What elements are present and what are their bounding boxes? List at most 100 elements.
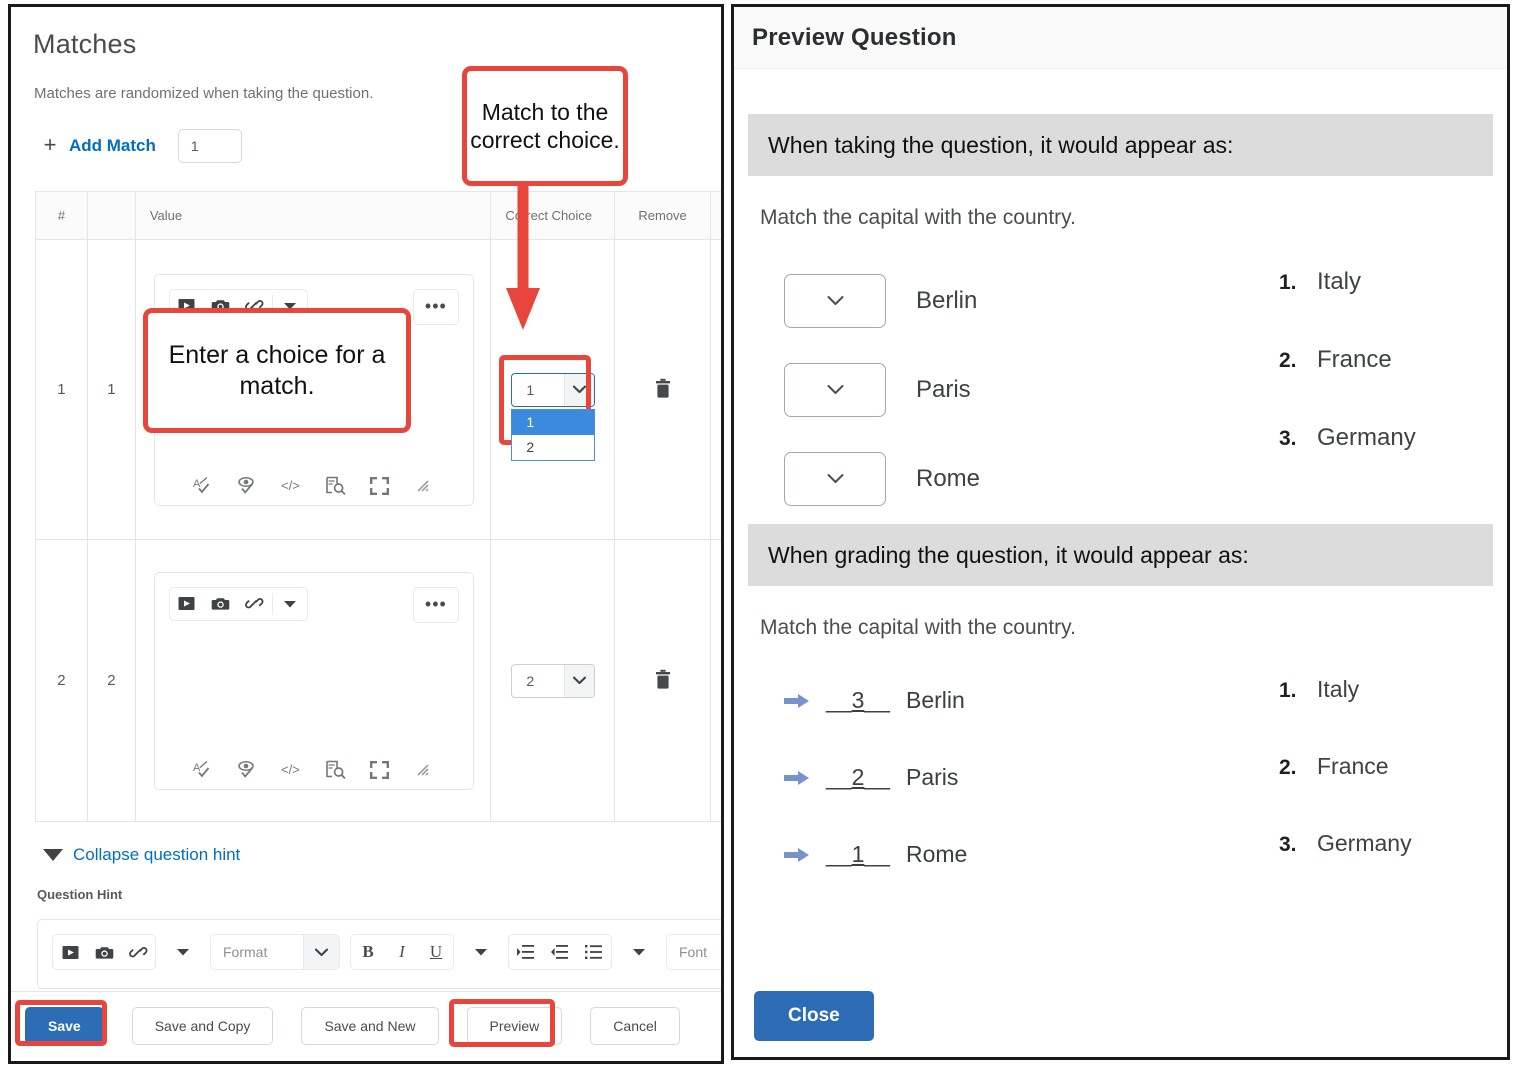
correct-choice-select[interactable]: 1 (511, 373, 595, 407)
question-hint-toolbar: Format B I U (52, 934, 724, 970)
table-header-row: # Value Correct Choice Remove (36, 192, 724, 240)
more-options-button[interactable]: ••• (413, 289, 459, 325)
increase-indent-icon[interactable] (509, 936, 543, 968)
chevron-down-icon[interactable] (166, 936, 200, 968)
option-item[interactable]: 1 (512, 410, 594, 435)
insert-link-icon[interactable] (121, 936, 155, 968)
list-item: Paris (784, 345, 980, 434)
chevron-down-icon[interactable] (564, 374, 594, 406)
format-select[interactable]: Format (210, 934, 340, 970)
taking-band: When taking the question, it would appea… (748, 114, 1493, 176)
insert-image-icon[interactable] (204, 588, 238, 620)
grading-answer-number: 3 (852, 687, 865, 713)
taking-terms: Berlin Paris Rome (784, 256, 980, 523)
html-source-icon[interactable]: </> (279, 757, 305, 783)
grading-answers: __3__ Berlin __2__ Paris __1__ Rome (784, 662, 967, 893)
matches-subtitle: Matches are randomized when taking the q… (34, 85, 373, 102)
chevron-down-icon[interactable] (273, 588, 307, 620)
preview-button[interactable]: Preview (467, 1007, 563, 1045)
correct-choice-options[interactable]: 1 2 (511, 409, 595, 461)
collapse-question-hint-toggle[interactable]: Collapse question hint (43, 845, 240, 865)
spellcheck-icon[interactable]: A (191, 757, 217, 783)
answer-select[interactable] (784, 452, 886, 506)
svg-text:</>: </> (281, 478, 300, 493)
th-number: # (36, 192, 88, 240)
taking-prompt: Match the capital with the country. (760, 206, 1507, 230)
chevron-down-icon[interactable] (303, 935, 339, 969)
grading-answer-area: __3__ Berlin __2__ Paris __1__ Rome (734, 662, 1507, 912)
list-item: 2. France (1279, 346, 1416, 424)
more-options-button[interactable]: ••• (413, 587, 459, 623)
delete-row-icon[interactable] (652, 378, 674, 402)
choice-label: Italy (1317, 676, 1359, 703)
choice-label: France (1317, 346, 1392, 374)
resize-handle-icon[interactable] (411, 473, 437, 499)
choice-number: 2. (1279, 349, 1309, 373)
svg-text:</>: </> (281, 762, 300, 777)
page-title: Matches (33, 29, 136, 60)
row-order: 2 (107, 672, 115, 689)
delete-row-icon[interactable] (652, 669, 674, 693)
save-and-new-button[interactable]: Save and New (301, 1007, 438, 1045)
chevron-down-icon[interactable] (622, 936, 656, 968)
row-number: 2 (57, 672, 65, 689)
accessibility-check-icon[interactable] (235, 473, 261, 499)
choice-label: Germany (1317, 830, 1412, 857)
insert-link-icon[interactable] (238, 588, 272, 620)
insert-image-icon[interactable] (87, 936, 121, 968)
term-label: Paris (906, 764, 958, 791)
font-select[interactable]: Font (666, 934, 724, 970)
annotation-arrow-down (498, 178, 558, 348)
html-source-icon[interactable]: </> (279, 473, 305, 499)
choice-label: Italy (1317, 268, 1361, 296)
th-tail (711, 192, 724, 240)
insert-media-icon[interactable] (170, 588, 204, 620)
question-hint-label: Question Hint (37, 887, 122, 902)
row-order: 1 (107, 381, 115, 398)
insert-media-icon[interactable] (53, 936, 87, 968)
list-item: 2. France (1279, 753, 1412, 830)
grading-answer-value: __2__ (826, 764, 890, 791)
chevron-down-icon[interactable] (564, 665, 594, 697)
bulleted-list-icon[interactable] (577, 936, 611, 968)
grading-prompt: Match the capital with the country. (760, 616, 1507, 640)
decrease-indent-icon[interactable] (543, 936, 577, 968)
fullscreen-icon[interactable] (367, 473, 393, 499)
preview-search-icon[interactable] (323, 473, 349, 499)
match-value-editor[interactable]: ••• A </> (154, 572, 474, 790)
spellcheck-icon[interactable]: A (191, 473, 217, 499)
answer-select[interactable] (784, 363, 886, 417)
save-and-copy-button[interactable]: Save and Copy (132, 1007, 274, 1045)
preview-header: Preview Question (734, 7, 1507, 69)
correct-choice-select[interactable]: 2 (511, 664, 595, 698)
bold-icon[interactable]: B (351, 936, 385, 968)
choice-label: France (1317, 753, 1389, 780)
answer-select[interactable] (784, 274, 886, 328)
choice-number: 2. (1279, 756, 1309, 780)
cancel-button[interactable]: Cancel (590, 1007, 680, 1045)
correct-choice-value: 1 (512, 382, 564, 398)
add-match-count-input[interactable]: 1 (178, 129, 242, 163)
accessibility-check-icon[interactable] (235, 757, 261, 783)
option-item[interactable]: 2 (512, 435, 594, 460)
plus-icon[interactable]: + (39, 135, 61, 157)
preview-search-icon[interactable] (323, 757, 349, 783)
fullscreen-icon[interactable] (367, 757, 393, 783)
list-item: Rome (784, 434, 980, 523)
save-button[interactable]: Save (25, 1007, 104, 1045)
underline-icon[interactable]: U (419, 936, 453, 968)
taking-choices: 1. Italy 2. France 3. Germany (1279, 268, 1416, 502)
resize-handle-icon[interactable] (411, 757, 437, 783)
question-hint-editor[interactable]: Format B I U (37, 919, 724, 989)
taking-match-area: Berlin Paris Rome 1. I (734, 256, 1507, 506)
format-select-value: Format (211, 944, 303, 960)
close-button[interactable]: Close (754, 991, 874, 1041)
th-value: Value (136, 192, 491, 240)
chevron-down-icon[interactable] (464, 936, 498, 968)
term-label: Paris (916, 376, 971, 404)
italic-icon[interactable]: I (385, 936, 419, 968)
choice-label: Germany (1317, 424, 1416, 452)
add-match-link[interactable]: Add Match (69, 136, 156, 156)
term-label: Berlin (916, 287, 977, 315)
preview-question-panel: Preview Question When taking the questio… (731, 4, 1510, 1060)
